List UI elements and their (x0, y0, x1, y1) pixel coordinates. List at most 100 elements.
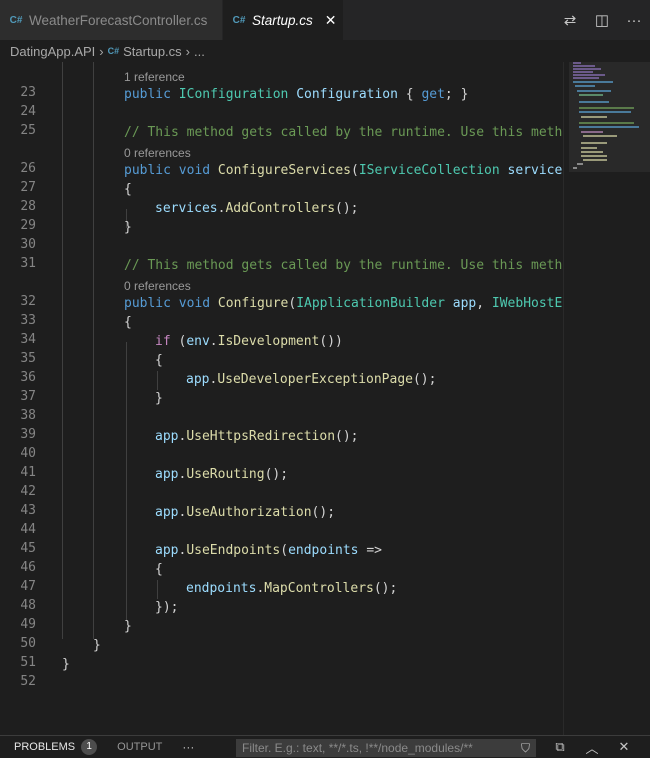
line-number: 34 (20, 332, 36, 347)
more-views-icon[interactable]: ··· (182, 740, 194, 754)
token: UseDeveloperExceptionPage (217, 372, 413, 387)
minimap-line (581, 116, 607, 118)
token: AddControllers (225, 201, 336, 216)
code-line: { (124, 180, 132, 199)
token: { (124, 182, 132, 197)
close-icon[interactable]: ✕ (325, 12, 337, 29)
token: UseEndpoints (186, 543, 281, 558)
codelens-references[interactable]: 0 references (124, 278, 191, 294)
panel-actions: ⧉ ︿ ✕ (544, 736, 640, 758)
line-number: 46 (20, 560, 36, 575)
token: endpoints (288, 543, 359, 558)
code-editor[interactable]: 1 reference 0 references 0 references 23… (0, 62, 563, 735)
breadcrumb-file[interactable]: Startup.cs (123, 44, 182, 59)
chevron-right-icon: › (99, 43, 104, 59)
code-line: { (155, 351, 163, 370)
line-number: 38 (20, 408, 36, 423)
split-editor-icon[interactable]: ◫ (586, 11, 618, 29)
token: public void (124, 296, 218, 311)
tab-weatherforecastcontroller[interactable]: C# WeatherForecastController.cs (0, 0, 222, 40)
token: ; } (444, 87, 469, 102)
token: ( (350, 163, 359, 178)
line-number: 29 (20, 218, 36, 233)
token: (); (335, 201, 359, 216)
open-changes-icon[interactable]: ⇄ (554, 11, 586, 29)
token: services (507, 163, 563, 178)
codelens-references[interactable]: 1 reference (124, 69, 185, 85)
token: public (124, 87, 179, 102)
minimap-line (577, 163, 583, 165)
token: => (358, 543, 382, 558)
minimap-line (583, 135, 617, 137)
token: env (186, 334, 210, 349)
close-panel-icon[interactable]: ✕ (608, 739, 640, 755)
token: app (452, 296, 477, 311)
minimap-line (579, 122, 634, 124)
filter-placeholder: Filter. E.g.: text, **/*.ts, !**/node_mo… (242, 741, 473, 755)
indent-guide (157, 580, 158, 599)
token: } (93, 638, 101, 653)
editor-tab-bar: C# WeatherForecastController.cs C# Start… (0, 0, 650, 40)
minimap-line (581, 151, 603, 153)
minimap-line (581, 155, 607, 157)
bottom-panel: PROBLEMS 1 OUTPUT ··· Filter. E.g.: text,… (0, 735, 650, 758)
code-line: public void ConfigureServices(IServiceCo… (124, 161, 563, 180)
code-line: app.UseRouting(); (155, 465, 288, 484)
collapse-all-icon[interactable]: ⧉ (544, 739, 576, 755)
breadcrumb-project[interactable]: DatingApp.API (10, 44, 95, 59)
breadcrumb-more[interactable]: ... (194, 44, 205, 59)
minimap-line (579, 101, 609, 103)
tab-problems[interactable]: PROBLEMS 1 (14, 739, 98, 755)
minimap-line (581, 131, 603, 133)
line-number: 32 (20, 294, 36, 309)
minimap[interactable] (563, 62, 650, 735)
token: app (155, 543, 179, 558)
tab-output[interactable]: OUTPUT (117, 741, 162, 753)
token: if (155, 334, 171, 349)
minimap-line (579, 94, 603, 96)
minimap-line (573, 74, 605, 76)
token: IConfiguration (178, 87, 297, 102)
minimap-line (581, 142, 607, 144)
token: ()) (319, 334, 343, 349)
token: endpoints (186, 581, 257, 596)
csharp-file-icon: C# (107, 46, 120, 56)
token: { (397, 87, 422, 102)
line-number: 24 (20, 104, 36, 119)
minimap-line (575, 85, 595, 87)
line-number: 39 (20, 427, 36, 442)
token: IsDevelopment (217, 334, 320, 349)
tab-startup[interactable]: C# Startup.cs ✕ (223, 0, 343, 40)
line-number: 50 (20, 636, 36, 651)
token: (); (335, 429, 359, 444)
line-number: 45 (20, 541, 36, 556)
code-line: }); (155, 598, 178, 617)
line-number: 43 (20, 503, 36, 518)
minimap-line (583, 159, 607, 161)
minimap-line (573, 68, 601, 70)
code-line: } (155, 389, 163, 408)
token: UseRouting (186, 467, 265, 482)
more-actions-icon[interactable]: ··· (618, 12, 650, 29)
token: . (209, 334, 218, 349)
csharp-file-icon: C# (9, 14, 23, 26)
indent-guide (157, 371, 158, 390)
minimap-line (579, 126, 639, 128)
token: UseHttpsRedirection (186, 429, 336, 444)
code-line: } (93, 636, 101, 655)
maximize-panel-icon[interactable]: ︿ (576, 738, 608, 757)
code-line: if (env.IsDevelopment()) (155, 332, 343, 351)
problems-filter-input[interactable]: Filter. E.g.: text, **/*.ts, !**/node_mo… (236, 739, 536, 757)
minimap-line (581, 147, 597, 149)
codelens-references[interactable]: 0 references (124, 145, 191, 161)
minimap-line (573, 65, 595, 67)
line-number: 52 (20, 674, 36, 689)
code-line: app.UseDeveloperExceptionPage(); (186, 370, 436, 389)
line-number: 48 (20, 598, 36, 613)
line-number: 42 (20, 484, 36, 499)
token: ConfigureServices (217, 163, 351, 178)
filter-icon[interactable]: ⛉ (521, 739, 530, 757)
token: app (155, 505, 179, 520)
token: (); (373, 581, 398, 596)
token: } (155, 391, 163, 406)
